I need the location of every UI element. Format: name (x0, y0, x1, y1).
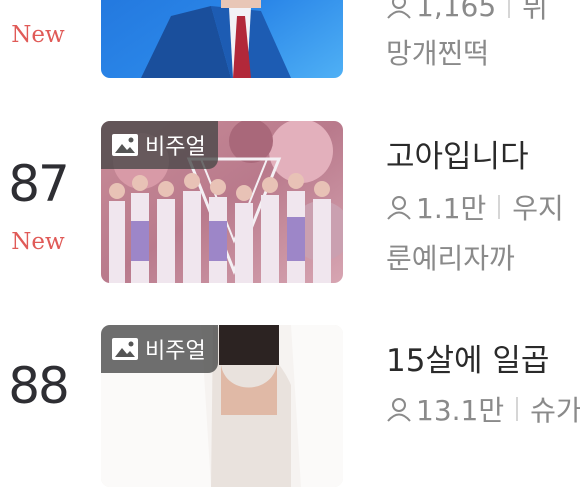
thumbnail[interactable]: 비주얼 (101, 121, 343, 283)
badge-label: 비주얼 (145, 135, 206, 160)
list-item[interactable]: 88 비주얼 15살에 일곱 13.1만 슈가 (0, 325, 580, 487)
view-count: 13.1만 (416, 394, 505, 427)
thumbnail-image (101, 0, 343, 78)
thumbnail[interactable] (101, 0, 343, 78)
divider (508, 0, 511, 18)
list-item[interactable]: 87 New 비주얼 고아입니다 1.1만 우지 룬예리자까 (0, 121, 580, 291)
person-icon (387, 196, 411, 220)
divider (498, 195, 501, 219)
badge-label: 비주얼 (145, 339, 206, 364)
rank-number: 87 (8, 155, 70, 213)
author-name[interactable]: 뷔 (522, 0, 548, 26)
author-name[interactable]: 우지 (512, 187, 564, 227)
list-item[interactable]: New 1,165 뷔 망개찐떡 (0, 0, 580, 92)
tags: 룬예리자까 (386, 242, 515, 275)
author-name[interactable]: 슈가 (530, 389, 580, 429)
view-count: 1,165 (416, 0, 497, 23)
person-icon (387, 0, 411, 19)
meta-row: 1.1만 우지 (386, 187, 564, 227)
divider (516, 397, 519, 421)
new-badge: New (11, 229, 65, 255)
item-title[interactable]: 15살에 일곱 (386, 335, 549, 380)
view-count: 1.1만 (416, 192, 487, 225)
visual-badge: 비주얼 (101, 121, 218, 169)
thumbnail[interactable]: 비주얼 (101, 325, 343, 487)
image-icon (112, 134, 138, 156)
meta-row: 13.1만 슈가 (386, 389, 580, 429)
meta-row: 1,165 뷔 (386, 0, 548, 26)
new-badge: New (11, 22, 65, 48)
image-icon (112, 338, 138, 360)
visual-badge: 비주얼 (101, 325, 218, 373)
tags: 망개찐떡 (386, 37, 490, 70)
person-icon (387, 398, 411, 422)
rank-number: 88 (8, 357, 70, 415)
item-title[interactable]: 고아입니다 (386, 131, 529, 176)
